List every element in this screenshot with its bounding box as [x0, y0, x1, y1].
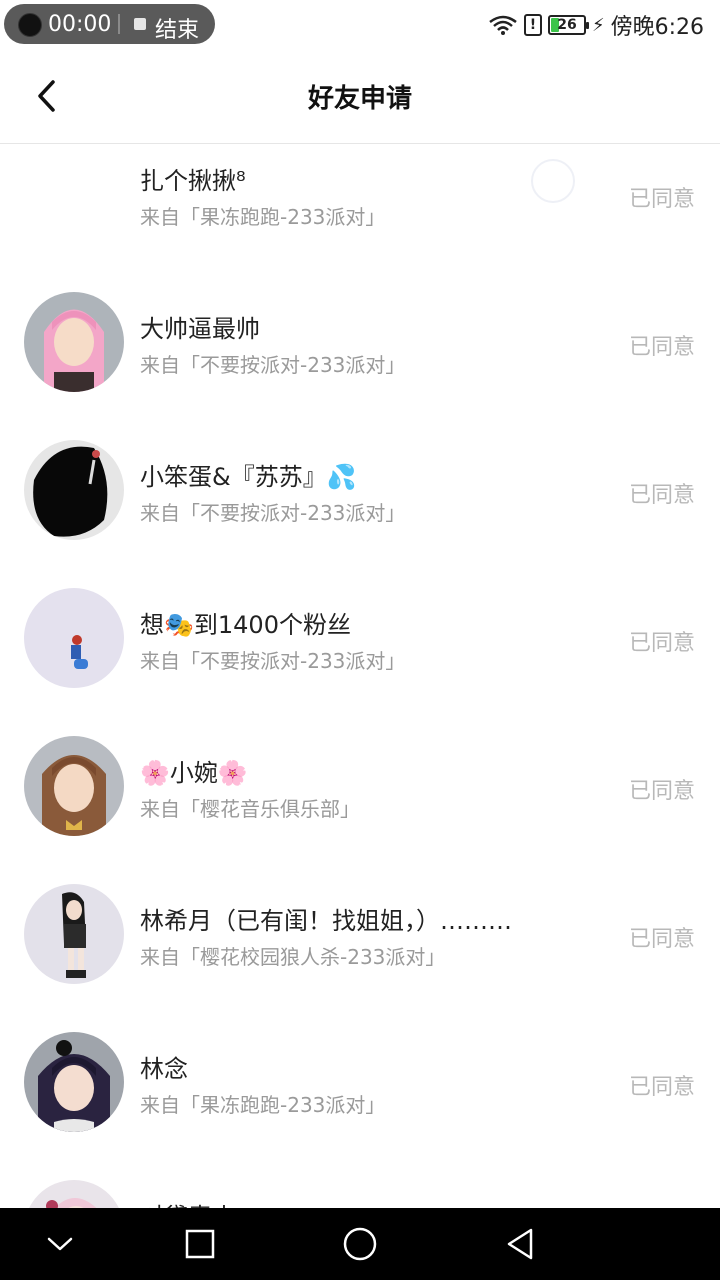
avatar[interactable] [24, 1032, 124, 1132]
list-item[interactable]: 想🎭到1400个粉丝 来自「不要按派对-233派对」 已同意 [0, 541, 720, 689]
requester-name: 大帅逼最帅 [140, 315, 260, 343]
end-recording-button[interactable]: 结束 [155, 12, 199, 44]
list-item[interactable]: 林念 来自「果冻跑跑-233派对」 已同意 [0, 985, 720, 1133]
divider [118, 14, 120, 34]
battery-level: 26 [557, 17, 577, 33]
request-source: 来自「果冻跑跑-233派对」 [140, 1093, 386, 1117]
status-badge: 已同意 [628, 483, 695, 508]
recorder-avatar-icon [18, 13, 42, 37]
sim-alert-icon: ! [523, 14, 542, 36]
friend-request-list[interactable]: 扎个揪揪⁸ 来自「果冻跑跑-233派对」 已同意 大帅逼最帅 来自「不要按派对-… [0, 144, 720, 1208]
request-source: 来自「不要按派对-233派对」 [140, 501, 406, 525]
requester-name: 小笨蛋&『苏苏』💦 [140, 463, 357, 491]
screen-recording-pill[interactable]: 00:00 结束 [4, 4, 215, 44]
status-badge: 已同意 [628, 631, 695, 656]
nav-recents-button[interactable] [140, 1208, 260, 1280]
request-source: 来自「不要按派对-233派对」 [140, 649, 406, 673]
request-source: 来自「果冻跑跑-233派对」 [140, 205, 386, 229]
charging-icon: ⚡ [591, 14, 605, 36]
list-item[interactable]: 扎个揪揪⁸ 来自「果冻跑跑-233派对」 已同意 [0, 144, 720, 245]
list-item[interactable]: 对黛青山 [0, 1133, 720, 1208]
requester-name: 林念 [140, 1055, 188, 1083]
requester-name: 林希月（已有闺！找姐姐，）……… [140, 907, 512, 935]
status-badge: 已同意 [628, 187, 695, 212]
request-source: 来自「樱花音乐俱乐部」 [140, 797, 360, 821]
status-badge: 已同意 [628, 1075, 695, 1100]
navigation-bar [0, 1208, 720, 1280]
battery-icon: 26 [547, 15, 589, 35]
status-bar: 00:00 结束 ! 26 ⚡ 傍晚6:26 [0, 0, 720, 48]
avatar[interactable] [24, 292, 124, 392]
triangle-back-icon [507, 1228, 533, 1260]
requester-name: 🌸小婉🌸 [140, 759, 248, 787]
nav-back-button[interactable] [460, 1208, 580, 1280]
list-item[interactable]: 🌸小婉🌸 来自「樱花音乐俱乐部」 已同意 [0, 689, 720, 837]
status-badge: 已同意 [628, 779, 695, 804]
list-item[interactable]: 小笨蛋&『苏苏』💦 来自「不要按派对-233派对」 已同意 [0, 393, 720, 541]
clock: 傍晚6:26 [610, 15, 704, 40]
status-icons: ! 26 ⚡ 傍晚6:26 [488, 10, 704, 40]
requester-name: 扎个揪揪⁸ [140, 167, 246, 195]
request-source: 来自「不要按派对-233派对」 [140, 353, 406, 377]
request-source: 来自「樱花校园狼人杀-233派对」 [140, 945, 446, 969]
chevron-down-icon [47, 1237, 73, 1251]
status-badge: 已同意 [628, 335, 695, 360]
loading-spinner-icon [531, 159, 575, 203]
avatar[interactable] [24, 440, 124, 540]
list-item[interactable]: 林希月（已有闺！找姐姐，）……… 来自「樱花校园狼人杀-233派对」 已同意 [0, 837, 720, 985]
requester-name: 对黛青山 [140, 1197, 236, 1208]
circle-icon [343, 1227, 377, 1261]
stop-icon [134, 18, 146, 30]
wifi-icon [489, 15, 517, 35]
square-icon [185, 1229, 215, 1259]
avatar[interactable] [24, 588, 124, 688]
avatar[interactable] [24, 736, 124, 836]
page-title: 好友申请 [307, 84, 412, 114]
recording-timer: 00:00 [48, 12, 112, 37]
status-badge: 已同意 [628, 927, 695, 952]
nav-home-button[interactable] [300, 1208, 420, 1280]
header: 好友申请 [0, 48, 720, 144]
requester-name: 想🎭到1400个粉丝 [140, 611, 351, 639]
nav-collapse-button[interactable] [0, 1208, 120, 1280]
avatar[interactable] [24, 1180, 124, 1208]
list-item[interactable]: 大帅逼最帅 来自「不要按派对-233派对」 已同意 [0, 245, 720, 393]
avatar[interactable] [24, 884, 124, 984]
